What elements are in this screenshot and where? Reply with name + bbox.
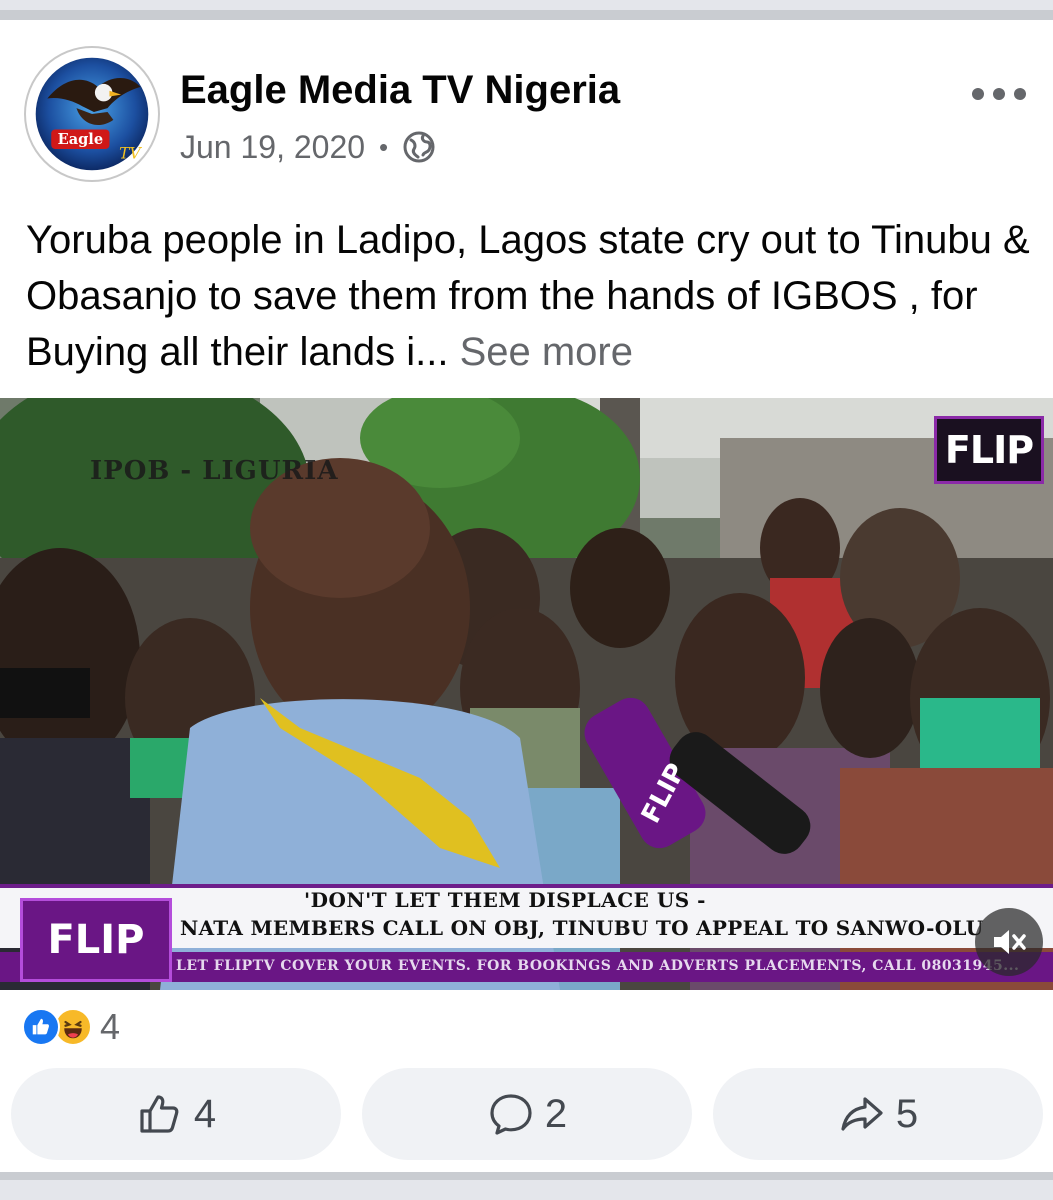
like-button[interactable]: 4: [11, 1068, 341, 1160]
news-lower-third: 'DON'T LET THEM DISPLACE US - NATA MEMBE…: [0, 874, 1053, 990]
post-text: Yoruba people in Ladipo, Lagos state cry…: [26, 212, 1036, 380]
thumbs-up-icon: [140, 1095, 179, 1133]
speaker-muted-icon: [994, 930, 1026, 954]
share-arrow-icon: [841, 1097, 883, 1131]
page-name-link[interactable]: Eagle Media TV Nigeria: [180, 68, 620, 113]
eagle-tv-logo-icon: Eagle TV: [35, 57, 149, 171]
meta-separator: •: [379, 131, 389, 162]
comment-icon: [490, 1094, 532, 1135]
comment-button[interactable]: 2: [362, 1068, 692, 1160]
like-count: 4: [193, 1091, 217, 1136]
more-options-icon[interactable]: [966, 78, 1032, 110]
flip-logo-top: FLIP: [934, 416, 1044, 484]
post-meta: Jun 19, 2020 •: [180, 126, 436, 168]
feed-separator-bottom: [0, 1172, 1053, 1200]
globe-icon: [403, 131, 435, 163]
headline-line-2: NATA MEMBERS CALL ON OBJ, TINUBU TO APPE…: [180, 916, 984, 940]
feed-separator-top: [0, 0, 1053, 20]
share-button[interactable]: 5: [713, 1068, 1043, 1160]
post-date[interactable]: Jun 19, 2020: [180, 129, 365, 166]
video-player[interactable]: FLIP IPOB - LIGURIA FLIP 'DON'T LET THEM…: [0, 398, 1053, 990]
svg-text:TV: TV: [119, 145, 142, 163]
ticker-text: LET FLIPTV COVER YOUR EVENTS. FOR BOOKIN…: [176, 958, 1020, 974]
share-count: 5: [895, 1091, 919, 1136]
svg-text:Eagle: Eagle: [58, 131, 103, 148]
like-reaction-icon: [22, 1008, 60, 1046]
reaction-count: 4: [100, 1006, 121, 1047]
flip-logo-bottom-text: FLIP: [47, 917, 145, 963]
video-watermark: IPOB - LIGURIA: [90, 456, 339, 486]
see-more-link[interactable]: See more: [460, 330, 633, 374]
flip-logo-text: FLIP: [944, 428, 1034, 472]
reaction-summary[interactable]: 4: [22, 1006, 120, 1048]
headline-line-1: 'DON'T LET THEM DISPLACE US -: [304, 888, 706, 912]
comment-count: 2: [544, 1091, 568, 1136]
flip-logo-bottom: FLIP: [20, 898, 172, 982]
mute-button[interactable]: [975, 908, 1043, 976]
page-avatar[interactable]: Eagle TV: [24, 46, 160, 182]
